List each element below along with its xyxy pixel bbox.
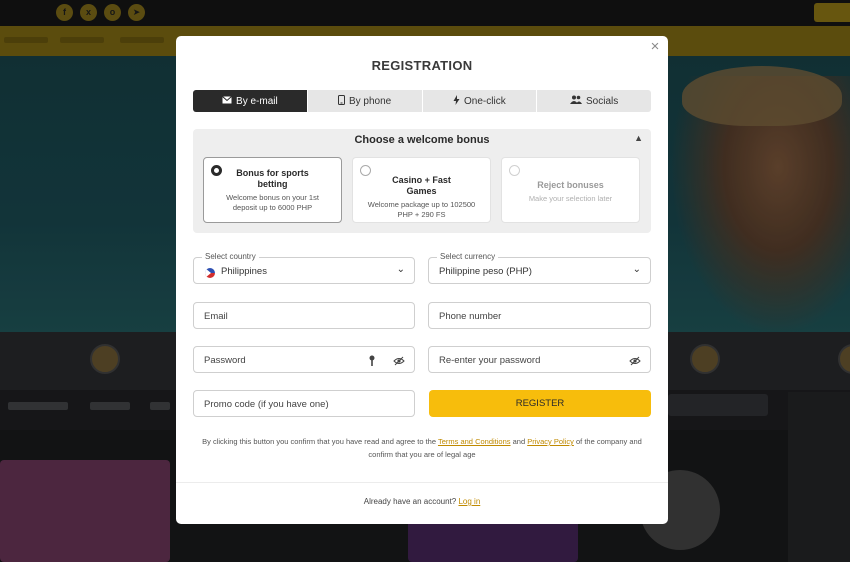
modal-title: REGISTRATION [371,58,473,73]
chevron-up-icon[interactable]: ▲ [634,133,643,143]
login-prompt: Already have an account? [363,497,459,506]
chevron-down-icon: ⌄ [632,264,641,275]
philippines-flag-icon [205,268,215,278]
country-select-label: Select country [202,252,259,261]
envelope-icon [222,95,232,107]
login-row: Already have an account? Log in [176,497,668,506]
terms-text: By clicking this button you confirm that… [196,435,648,461]
terms-and: and [510,437,528,446]
bonus-description: Make your selection later [528,194,613,203]
tab-by-email[interactable]: By e-mail [193,90,308,112]
reenter-password-field[interactable]: Re-enter your password [428,346,651,373]
chevron-down-icon: ⌄ [396,264,405,275]
phone-number-field[interactable]: Phone number [428,302,651,329]
password-field[interactable]: Password [193,346,415,373]
currency-select[interactable]: Select currency Philippine peso (PHP) ⌄ [428,252,651,284]
lightning-icon [453,94,460,108]
close-icon[interactable]: × [648,39,662,54]
eye-icon[interactable] [629,354,641,366]
bonus-option-sports[interactable]: Bonus for sports betting Welcome bonus o… [203,157,342,223]
country-value: Philippines [221,266,267,277]
tab-one-click[interactable]: One-click [423,90,538,112]
promo-placeholder: Promo code (if you have one) [204,399,329,410]
welcome-bonus-section: Choose a welcome bonus ▲ Bonus for sport… [193,129,651,233]
tab-by-phone[interactable]: By phone [308,90,423,112]
currency-value: Philippine peso (PHP) [439,266,532,277]
email-placeholder: Email [204,311,228,322]
radio-button[interactable] [211,165,222,176]
bonus-description: Welcome bonus on your 1st deposit up to … [226,193,319,212]
bonus-description: Welcome package up to 102500 PHP + 290 F… [367,200,476,219]
tab-label: One-click [464,95,506,107]
bonus-title: Casino + Fast Games [392,175,451,196]
register-button[interactable]: REGISTER [429,390,651,417]
bonus-option-casino[interactable]: Casino + Fast Games Welcome package up t… [352,157,491,223]
country-select[interactable]: Select country Philippines ⌄ [193,252,415,284]
tab-label: By phone [348,95,392,107]
bonus-title: Reject bonuses [537,180,604,190]
divider [176,482,668,483]
password-placeholder: Password [204,355,246,366]
eye-icon[interactable] [393,354,405,366]
bonus-heading: Choose a welcome bonus [354,134,490,146]
tab-socials[interactable]: Socials [537,90,651,112]
registration-tabs: By e-mail By phone One-click Socials [193,90,651,112]
tab-label: By e-mail [236,95,278,107]
email-field[interactable]: Email [193,302,415,329]
reenter-password-placeholder: Re-enter your password [439,355,541,366]
bonus-option-reject[interactable]: Reject bonuses Make your selection later [501,157,640,223]
phone-placeholder: Phone number [439,311,502,322]
log-in-link[interactable]: Log in [458,497,480,506]
currency-select-label: Select currency [437,252,499,261]
terms-and-conditions-link[interactable]: Terms and Conditions [438,437,511,446]
terms-prefix: By clicking this button you confirm that… [202,437,438,446]
registration-modal: × REGISTRATION By e-mail By phone One-cl… [176,36,668,524]
privacy-policy-link[interactable]: Privacy Policy [527,437,574,446]
phone-icon [337,94,345,108]
bonus-title: Bonus for sports betting [236,168,309,189]
radio-button[interactable] [509,165,520,176]
radio-button[interactable] [360,165,371,176]
users-icon [570,95,582,107]
tab-label: Socials [586,95,619,107]
key-icon[interactable] [368,354,376,366]
promo-code-field[interactable]: Promo code (if you have one) [193,390,415,417]
